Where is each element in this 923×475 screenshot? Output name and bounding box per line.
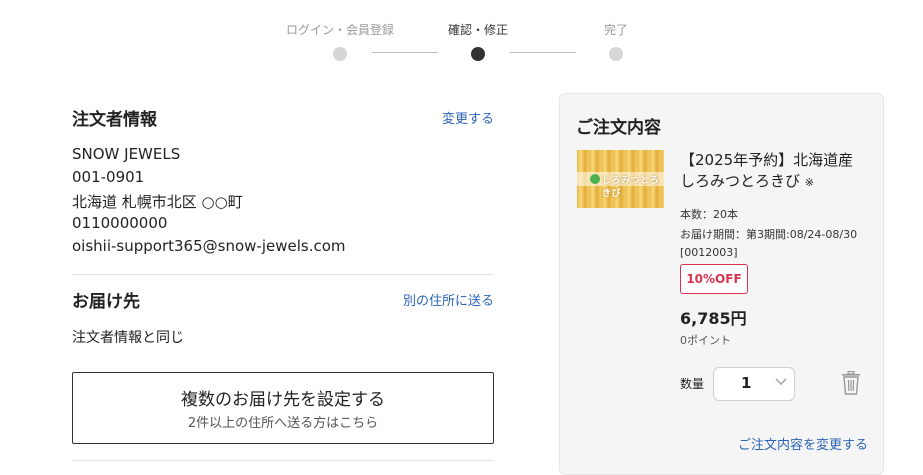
order-summary-card: ご注文内容 しろみつとろきび 【2025年予約】北海道産 しろみつとろきび ※ … [559,93,884,475]
step-dot-icon [609,47,623,61]
step-label-login: ログイン・会員登録 [286,21,394,38]
product-points: 0ポイント [680,332,731,348]
product-thumbnail: しろみつとろきび [577,150,664,208]
orderer-email: oishii-support365@snow-jewels.com [72,237,346,255]
orderer-address: 北海道 札幌市北区 ○○町 [72,191,243,212]
section-divider [72,460,494,461]
step-dot-icon [333,47,347,61]
orderer-change-link[interactable]: 変更する [442,108,494,127]
product-thumbnail-logo: しろみつとろきび [602,173,664,199]
product-name: 【2025年予約】北海道産 しろみつとろきび ※ [680,150,872,193]
delivery-section-header: お届け先 別の住所に送る [72,287,494,311]
orderer-section-header: 注文者情報 変更する [72,105,494,129]
trash-icon[interactable] [840,371,862,395]
product-count: 本数：20本 [680,206,738,222]
change-order-link[interactable]: ご注文内容を変更する [738,434,868,453]
quantity-label: 数量 [680,375,704,392]
delivery-section-title: お届け先 [72,287,140,312]
alternate-address-link[interactable]: 別の住所に送る [403,290,494,309]
delivery-same-as-orderer: 注文者情報と同じ [72,327,184,347]
step-connector [372,52,438,53]
orderer-postal-code: 001-0901 [72,168,144,186]
delivery-period: お届け期間：第3期間:08/24-08/30 [680,226,857,242]
step-connector [510,52,576,53]
quantity-value: 1 [741,374,751,392]
multiple-addresses-sublabel: 2件以上の住所へ送る方はこちら [73,412,493,431]
multiple-addresses-label: 複数のお届け先を設定する [73,385,493,410]
product-code: [0012003] [680,246,738,259]
orderer-section-title: 注文者情報 [72,105,157,130]
quantity-select[interactable]: 1 [713,367,795,401]
orderer-phone: 0110000000 [72,214,167,232]
orderer-name: SNOW JEWELS [72,145,180,163]
step-label-confirm: 確認・修正 [448,21,508,38]
order-summary-title: ご注文内容 [576,113,661,138]
leaf-logo-icon [590,174,600,184]
product-name-mark: ※ [805,176,814,189]
order-progress-stepper: ログイン・会員登録 確認・修正 完了 [0,0,923,70]
multiple-addresses-button[interactable]: 複数のお届け先を設定する 2件以上の住所へ送る方はこちら [72,372,494,444]
section-divider [72,274,494,275]
chevron-down-icon [774,374,788,388]
product-price: 6,785円 [680,305,747,329]
step-dot-icon [471,47,485,61]
step-label-complete: 完了 [604,21,628,38]
discount-badge: 10%OFF [680,264,748,294]
